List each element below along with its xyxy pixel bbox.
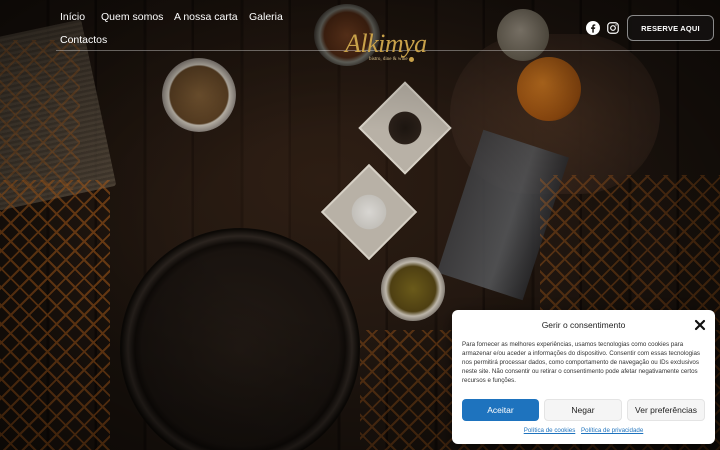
privacy-policy-link[interactable]: Política de privacidade: [581, 427, 643, 434]
nav-item-quem-somos[interactable]: Quem somos: [101, 11, 163, 23]
nav-item-a-nossa-carta[interactable]: A nossa carta: [174, 11, 238, 23]
accept-button[interactable]: Aceitar: [462, 399, 539, 421]
consent-dialog: Gerir o consentimento Para fornecer as m…: [452, 310, 715, 444]
site-logo[interactable]: Alkimya bistro, dine & wine: [345, 29, 445, 66]
nav-item-inicio[interactable]: Início: [60, 11, 85, 23]
instagram-icon[interactable]: [606, 21, 620, 35]
nav-item-contactos[interactable]: Contactos: [60, 34, 107, 46]
facebook-icon[interactable]: [586, 21, 600, 35]
close-icon[interactable]: [694, 319, 706, 331]
cookie-policy-link[interactable]: Política de cookies: [524, 427, 576, 434]
preferences-button[interactable]: Ver preferências: [627, 399, 705, 421]
reserve-button[interactable]: RESERVE AQUI: [627, 15, 714, 41]
nav-item-galeria[interactable]: Galeria: [249, 11, 283, 23]
policy-links: Política de cookies Política de privacid…: [452, 427, 715, 434]
logo-tagline: bistro, dine & wine: [369, 57, 408, 62]
logo-wordmark: Alkimya: [345, 29, 427, 58]
consent-body: Para fornecer as melhores experiências, …: [462, 341, 700, 384]
logo-dot: [409, 57, 414, 62]
deny-button[interactable]: Negar: [544, 399, 622, 421]
consent-title: Gerir o consentimento: [541, 320, 626, 330]
